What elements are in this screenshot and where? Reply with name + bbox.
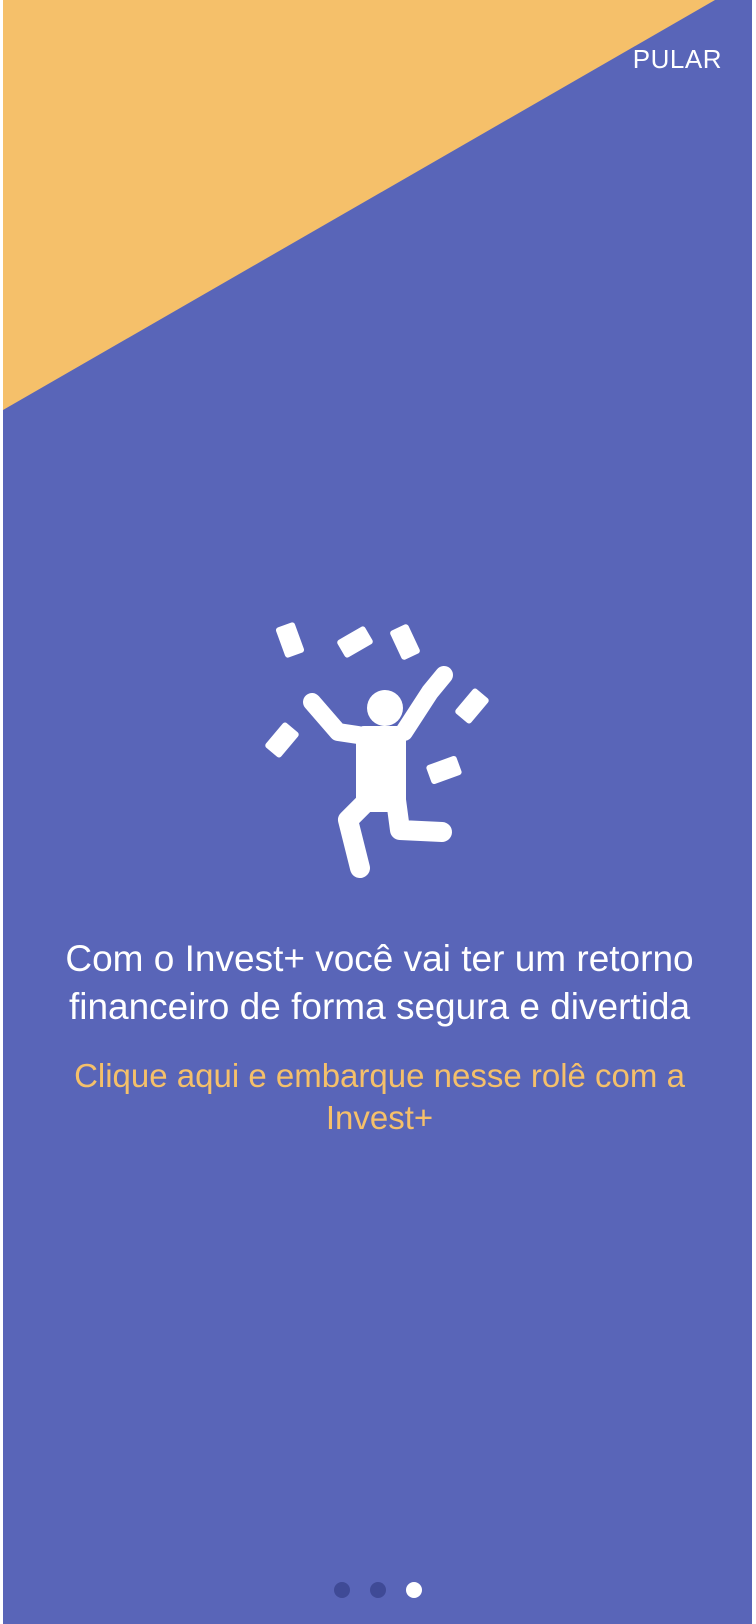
pagination-dot[interactable] <box>369 1582 386 1598</box>
pagination-dots <box>3 1582 752 1598</box>
skip-button[interactable]: PULAR <box>627 40 728 79</box>
onboarding-screen: PULAR Com o Invest+ você vai ter um reto… <box>3 0 752 1624</box>
pagination-dot[interactable] <box>333 1582 350 1598</box>
celebrating-person-with-money-icon <box>252 620 502 900</box>
embark-link[interactable]: Clique aqui e embarque nesse rolê com a … <box>23 1055 736 1139</box>
pagination-dot-active[interactable] <box>405 1582 422 1598</box>
onboarding-headline: Com o Invest+ você vai ter um retorno fi… <box>65 938 694 1027</box>
